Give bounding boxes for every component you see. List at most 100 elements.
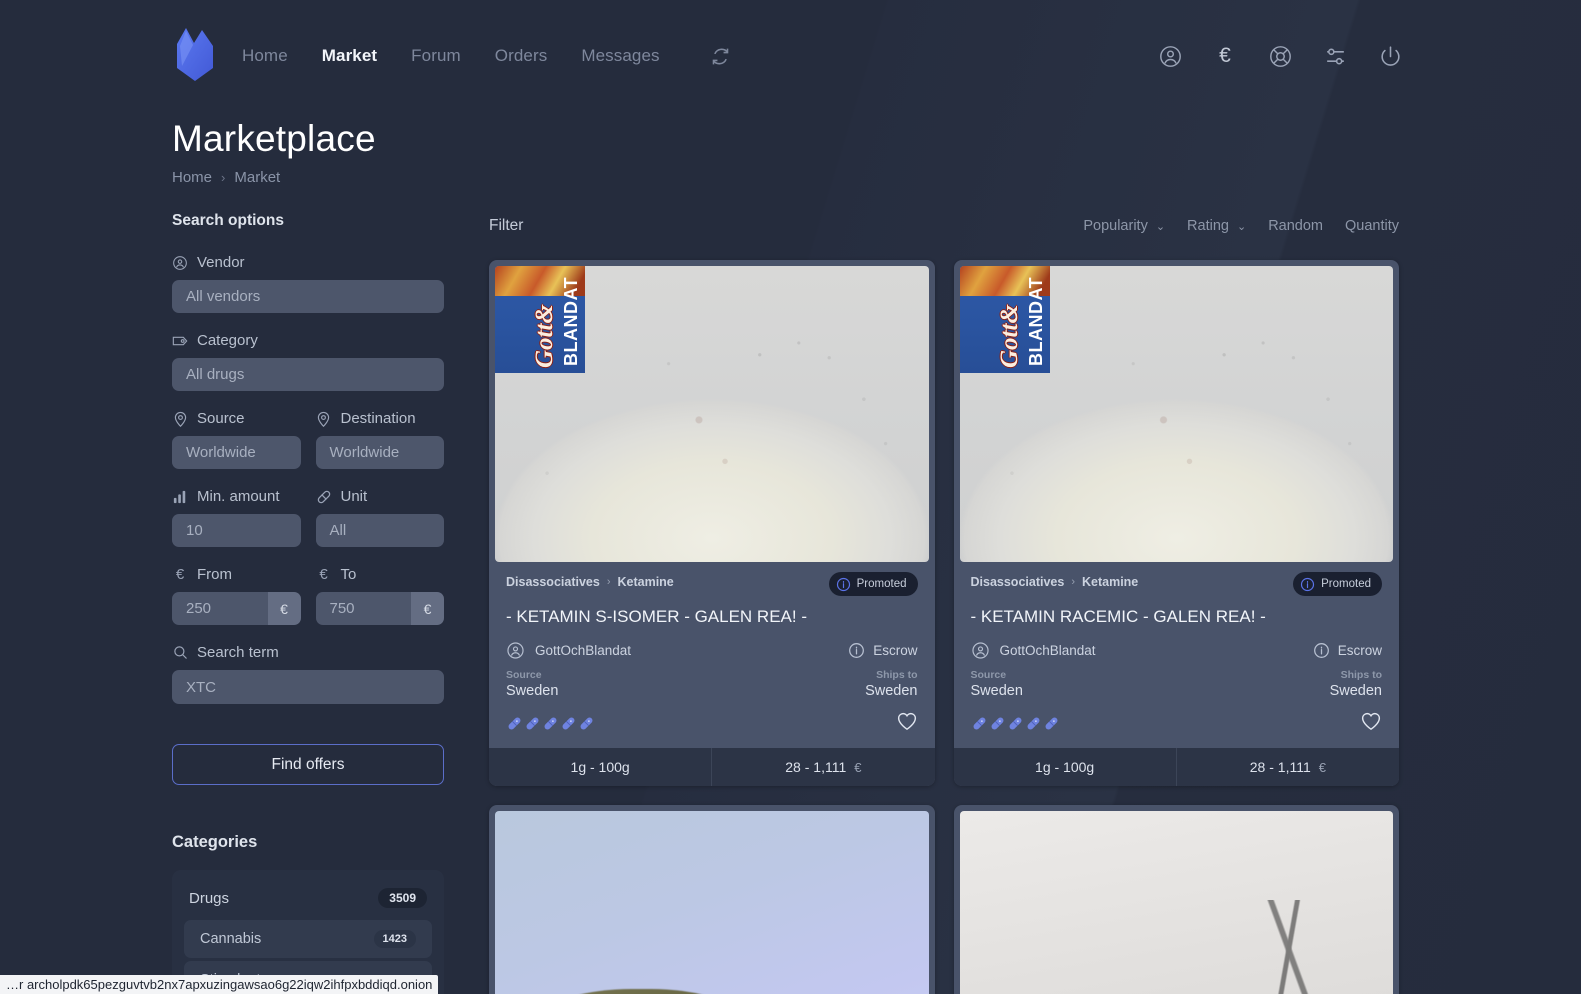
pill-icon [1045, 717, 1057, 730]
product-grid: Gott& BLANDAT Disassociatives › Ketamine [489, 260, 1399, 994]
unit-field: Unit All [315, 488, 444, 547]
sort-quantity[interactable]: Quantity [1345, 218, 1399, 234]
category-select[interactable]: All drugs [172, 358, 444, 391]
product-category-child[interactable]: Ketamine [617, 575, 673, 589]
price-to-input[interactable]: 750 [315, 592, 411, 625]
unit-select[interactable]: All [315, 514, 444, 547]
search-options-sidebar: Search options Vendor All vendors Catego… [172, 212, 444, 994]
euro-icon: € [319, 566, 328, 583]
escrow-indicator: Escrow [1313, 642, 1382, 659]
nav-link-market[interactable]: Market [316, 42, 383, 70]
product-card-top: Disassociatives › Ketamine Promoted [971, 572, 1382, 596]
sort-popularity[interactable]: Popularity ⌄ [1083, 218, 1165, 234]
sort-rating-label: Rating [1187, 218, 1229, 234]
info-icon [1301, 577, 1315, 591]
logout-icon[interactable] [1377, 43, 1403, 69]
price-from-input[interactable]: 250 [172, 592, 268, 625]
favorite-button[interactable] [896, 711, 918, 736]
product-card[interactable] [489, 805, 935, 994]
pin-icon [316, 411, 332, 427]
nav-link-forum[interactable]: Forum [405, 42, 467, 70]
package-brand-bottom: BLANDAT [1025, 276, 1046, 366]
pill-icon [562, 717, 575, 730]
find-offers-button[interactable]: Find offers [172, 744, 444, 785]
product-title[interactable]: - KETAMIN RACEMIC - GALEN REA! - [971, 607, 1383, 627]
vendor-select[interactable]: All vendors [172, 280, 444, 313]
pin-icon [172, 411, 188, 427]
product-category-parent[interactable]: Disassociatives [506, 575, 600, 589]
destination-label: Destination [316, 410, 445, 427]
product-source-value: Sweden [970, 683, 1023, 699]
product-price-currency: € [1318, 759, 1326, 775]
nav-link-home[interactable]: Home [236, 42, 294, 70]
product-ships-value: Sweden [1329, 683, 1382, 699]
user-circle-icon [971, 642, 989, 659]
price-to-currency: € [411, 592, 444, 625]
nav-link-orders[interactable]: Orders [489, 42, 554, 70]
nav-right-icons: € [1157, 43, 1403, 69]
sort-rating[interactable]: Rating ⌄ [1187, 218, 1246, 234]
settings-icon[interactable] [1322, 43, 1348, 69]
product-source-caption: Source [970, 669, 1007, 681]
destination-field: Destination Worldwide [315, 410, 445, 469]
min-amount-label: Min. amount [172, 488, 301, 505]
refresh-button[interactable] [708, 43, 734, 69]
category-item-cannabis[interactable]: Cannabis 1423 [184, 920, 432, 958]
package-brand-top: Gott& [995, 304, 1023, 368]
product-rating-row [506, 711, 918, 736]
product-card[interactable] [953, 805, 1399, 994]
product-card[interactable]: Gott& BLANDAT Disassociatives › Ketamine [953, 260, 1399, 786]
product-price-range: 28 - 1,111 [785, 759, 847, 775]
product-vendor[interactable]: GottOchBlandat [971, 641, 1096, 660]
unit-label-text: Unit [340, 488, 368, 505]
category-item-drugs[interactable]: Drugs 3509 [172, 879, 444, 917]
search-term-input[interactable]: XTC [172, 670, 444, 704]
product-price-cell: 28 - 1,111 € [1175, 748, 1399, 786]
breadcrumb-separator-icon: › [221, 170, 226, 185]
price-to-label: € To [316, 566, 445, 583]
pill-icon [1009, 717, 1021, 730]
package-candy-art [495, 266, 585, 296]
product-vendor[interactable]: GottOchBlandat [506, 641, 631, 660]
status-bar-url: …r archolpdk65pezguvtvb2nx7apxuzingawsao… [0, 975, 439, 994]
price-to-label-text: To [340, 566, 357, 583]
pill-icon [316, 489, 332, 505]
min-amount-label-text: Min. amount [197, 488, 280, 505]
search-options-title: Search options [172, 212, 284, 229]
favorite-button[interactable] [1360, 711, 1382, 736]
rating-pills [506, 715, 595, 732]
product-image[interactable]: Gott& BLANDAT [495, 266, 929, 562]
category-item-label: Cannabis [200, 931, 262, 947]
sort-controls: Popularity ⌄ Rating ⌄ Random Quantity [1083, 218, 1399, 234]
account-icon[interactable] [1157, 43, 1183, 69]
sort-random[interactable]: Random [1268, 218, 1323, 234]
promoted-label: Promoted [1321, 578, 1371, 590]
euro-icon[interactable]: € [1212, 43, 1238, 69]
product-card[interactable]: Gott& BLANDAT Disassociatives › Ketamine [489, 260, 935, 786]
product-vendor-name: GottOchBlandat [535, 643, 632, 658]
product-image[interactable] [959, 811, 1393, 994]
heart-icon [897, 712, 916, 731]
product-category-path: Disassociatives › Ketamine [506, 575, 674, 589]
product-source-caption: Source [506, 669, 542, 681]
min-amount-input[interactable]: 10 [172, 514, 301, 547]
product-image[interactable]: Gott& BLANDAT [959, 266, 1393, 562]
source-select[interactable]: Worldwide [172, 436, 301, 469]
nav-link-messages[interactable]: Messages [575, 42, 665, 70]
breadcrumb-market[interactable]: Market [234, 169, 280, 186]
pill-icon [526, 717, 539, 730]
product-category-parent[interactable]: Disassociatives [971, 575, 1065, 589]
destination-select[interactable]: Worldwide [315, 436, 444, 469]
breadcrumb-home[interactable]: Home [172, 169, 212, 186]
price-from-label-text: From [197, 566, 232, 583]
search-term-label: Search term [172, 644, 444, 661]
site-logo[interactable] [172, 25, 222, 87]
product-image[interactable] [495, 811, 929, 994]
product-title[interactable]: - KETAMIN S-ISOMER - GALEN REA! - [506, 607, 918, 627]
product-geo-row: Source Sweden Ships to Sweden [971, 669, 1383, 699]
nav-links: Home Market Forum Orders Messages [236, 42, 666, 70]
product-category-child[interactable]: Ketamine [1082, 575, 1138, 589]
support-icon[interactable] [1267, 43, 1293, 69]
product-geo-row: Source Sweden Ships to Sweden [506, 669, 918, 699]
rating-pills [971, 715, 1060, 732]
